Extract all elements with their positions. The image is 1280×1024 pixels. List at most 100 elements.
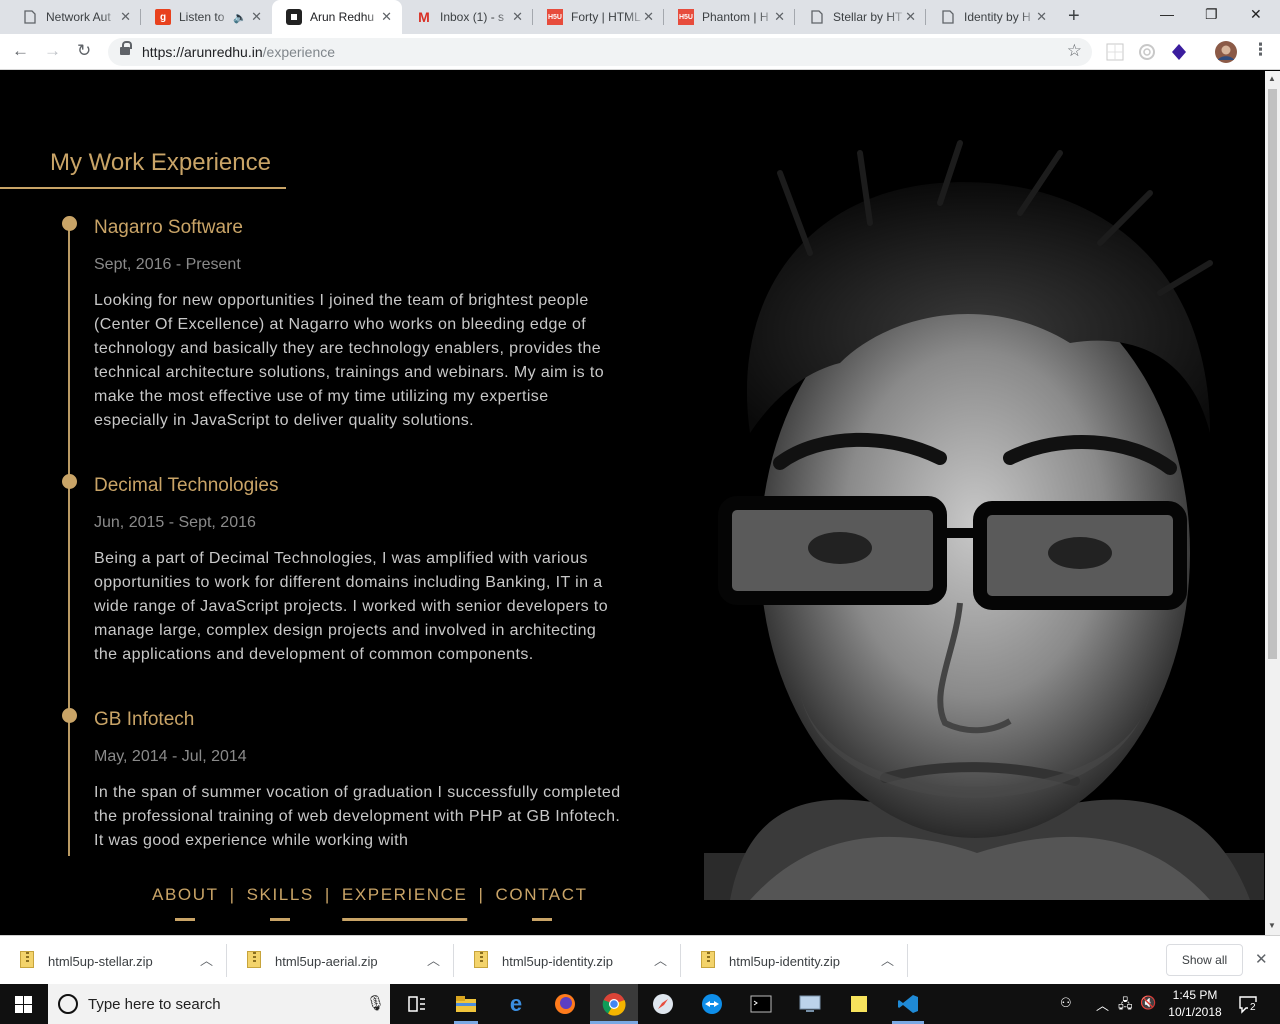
page-content: My Work Experience Nagarro Software Sept… (0, 71, 1265, 935)
page-scrollbar[interactable]: ▲ ▼ (1265, 71, 1280, 935)
tray-chevron-up-icon[interactable]: ︿ (1096, 995, 1109, 1014)
tab-title: Listen to (179, 10, 225, 24)
people-icon[interactable]: ⚇ (1060, 995, 1072, 1011)
scroll-up-icon[interactable]: ▲ (1268, 74, 1276, 83)
download-separator (907, 944, 908, 977)
download-filename: html5up-stellar.zip (48, 954, 153, 969)
tab-title: Arun Redhu (310, 10, 375, 24)
edge-icon[interactable]: e (502, 990, 530, 1018)
nav-contact[interactable]: CONTACT (496, 885, 588, 909)
close-tab-icon[interactable]: ✕ (905, 9, 916, 25)
chrome-icon[interactable] (600, 990, 628, 1018)
remote-desktop-icon[interactable] (796, 990, 824, 1018)
chevron-up-icon[interactable]: ︿ (654, 950, 667, 969)
address-bar[interactable]: https://arunredhu.in/experience ☆ (108, 38, 1092, 66)
close-tab-icon[interactable]: ✕ (251, 9, 262, 25)
timeline-dot (62, 216, 77, 231)
zip-file-icon (247, 951, 261, 968)
title-underline (0, 187, 286, 189)
nav-separator: | (324, 885, 331, 904)
g-logo-icon: g (155, 9, 171, 25)
download-item[interactable]: html5up-identity.zip ︿ (454, 936, 681, 985)
file-explorer-icon[interactable] (452, 990, 480, 1018)
zip-file-icon (474, 951, 488, 968)
tab-arun-redhu[interactable]: Arun Redhu ✕ (272, 0, 402, 34)
document-icon (809, 9, 825, 25)
zip-file-icon (701, 951, 715, 968)
tab-phantom[interactable]: H5U Phantom | H ✕ (664, 0, 795, 34)
action-center-icon[interactable]: 2 (1238, 994, 1258, 1014)
system-clock[interactable]: 1:45 PM 10/1/2018 (1158, 987, 1232, 1021)
show-all-downloads-button[interactable]: Show all (1166, 944, 1243, 976)
nav-about[interactable]: ABOUT (152, 885, 219, 909)
chevron-up-icon[interactable]: ︿ (200, 950, 213, 969)
gmail-icon: M (418, 9, 430, 25)
restore-icon[interactable]: ❐ (1205, 6, 1218, 23)
tab-forty[interactable]: H5U Forty | HTML ✕ (533, 0, 664, 34)
html5up-icon: H5U (678, 9, 694, 25)
chevron-up-icon[interactable]: ︿ (881, 950, 894, 969)
download-item[interactable]: html5up-stellar.zip ︿ (0, 936, 227, 985)
tab-title: Forty | HTML (571, 10, 641, 24)
close-tab-icon[interactable]: ✕ (1036, 9, 1047, 25)
timeline-dot (62, 474, 77, 489)
windows-start-icon[interactable] (15, 996, 32, 1013)
nav-experience[interactable]: EXPERIENCE (342, 885, 468, 909)
new-tab-icon[interactable]: + (1068, 5, 1080, 28)
teamviewer-icon[interactable] (698, 990, 726, 1018)
download-filename: html5up-identity.zip (502, 954, 614, 969)
menu-dots-icon[interactable]: ⋮ (1252, 40, 1269, 60)
profile-avatar[interactable] (1215, 41, 1237, 63)
close-window-icon[interactable]: ✕ (1250, 6, 1262, 23)
sticky-notes-icon[interactable] (845, 990, 873, 1018)
safari-icon[interactable] (649, 990, 677, 1018)
reload-icon[interactable]: ↻ (77, 41, 91, 61)
scrollbar-thumb[interactable] (1268, 89, 1277, 659)
cortana-icon (58, 994, 78, 1014)
close-tab-icon[interactable]: ✕ (643, 9, 654, 25)
download-shelf: html5up-stellar.zip ︿ html5up-aerial.zip… (0, 935, 1280, 984)
section-nav: ABOUT | SKILLS | EXPERIENCE | CONTACT (152, 885, 588, 909)
chevron-up-icon[interactable]: ︿ (427, 950, 440, 969)
url-text[interactable]: https://arunredhu.in/experience (142, 44, 335, 60)
nav-skills[interactable]: SKILLS (247, 885, 314, 909)
tab-stellar[interactable]: Stellar by HT ✕ (795, 0, 926, 34)
zip-file-icon (20, 951, 34, 968)
scroll-down-icon[interactable]: ▼ (1268, 921, 1276, 930)
forward-arrow-icon[interactable]: → (44, 41, 61, 61)
close-tab-icon[interactable]: ✕ (120, 9, 131, 25)
firefox-icon[interactable] (551, 990, 579, 1018)
url-path: /experience (262, 44, 336, 60)
extension-circle-icon[interactable] (1138, 43, 1156, 61)
speaker-icon[interactable]: 🔈 (233, 11, 247, 24)
nav-separator: | (229, 885, 236, 904)
timeline-line (68, 226, 70, 856)
close-tab-icon[interactable]: ✕ (512, 9, 523, 25)
lock-icon (120, 41, 132, 57)
bookmark-star-icon[interactable]: ☆ (1067, 41, 1082, 61)
tab-network[interactable]: Network Aut ✕ (8, 0, 141, 34)
extension-grid-icon[interactable] (1106, 43, 1124, 61)
tab-listen[interactable]: g Listen to 🔈 ✕ (141, 0, 272, 34)
tab-inbox[interactable]: M Inbox (1) - s ✕ (402, 0, 533, 34)
taskbar-search[interactable]: Type here to search 🎙 (48, 984, 390, 1024)
close-tab-icon[interactable]: ✕ (774, 9, 785, 25)
clock-date: 10/1/2018 (1168, 1005, 1222, 1019)
microphone-icon[interactable]: 🎙 (366, 994, 385, 1012)
minimize-icon[interactable]: — (1160, 6, 1174, 22)
extension-hex-icon[interactable] (1170, 43, 1188, 61)
download-item[interactable]: html5up-aerial.zip ︿ (227, 936, 454, 985)
tab-strip: Network Aut ✕ g Listen to 🔈 ✕ Arun Redhu… (0, 0, 1280, 34)
task-view-icon[interactable] (403, 990, 431, 1018)
job-period: Jun, 2015 - Sept, 2016 (94, 514, 256, 531)
job-description: Being a part of Decimal Technologies, I … (94, 550, 609, 663)
close-shelf-icon[interactable]: ✕ (1255, 950, 1268, 968)
vscode-icon[interactable] (894, 990, 922, 1018)
network-icon[interactable]: 🖧 (1118, 995, 1133, 1017)
back-arrow-icon[interactable]: ← (12, 41, 29, 61)
volume-muted-icon[interactable]: 🔇 (1140, 995, 1156, 1011)
tab-identity[interactable]: Identity by H ✕ (926, 0, 1057, 34)
download-item[interactable]: html5up-identity.zip ︿ (681, 936, 908, 985)
terminal-icon[interactable] (747, 990, 775, 1018)
close-tab-icon[interactable]: ✕ (381, 9, 392, 25)
